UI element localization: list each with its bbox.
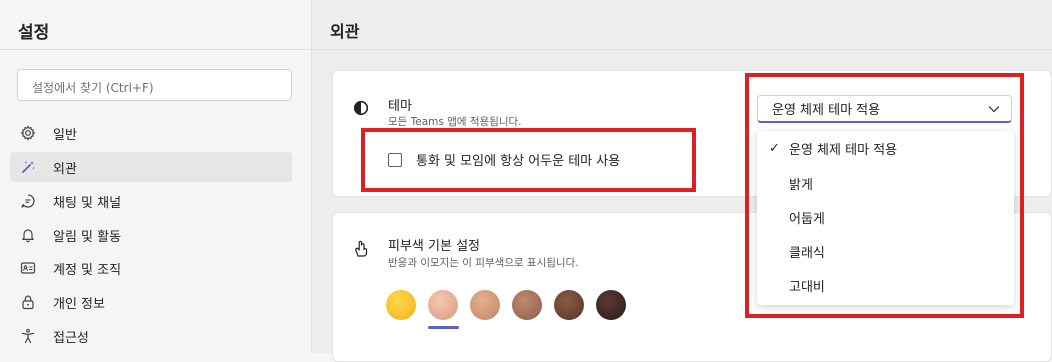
divider [0, 49, 311, 50]
contrast-icon [352, 99, 370, 117]
divider [312, 49, 1052, 50]
skin-tone-subtitle: 반응과 이모지는 이 피부색으로 표시됩니다. [388, 257, 579, 269]
sidebar-item-chats-channels[interactable]: 채팅 및 채널 [10, 186, 292, 216]
selected-swatch-indicator [428, 326, 459, 329]
theme-title: 테마 [388, 99, 412, 114]
settings-sidebar: 설정 설정에서 찾기 (Ctrl+F) 일반 외관 채팅 및 채널 알림 및 활… [0, 0, 312, 353]
highlight-box-checkbox [361, 128, 696, 192]
sidebar-item-label: 일반 [53, 127, 77, 143]
sidebar-item-label: 접근성 [53, 330, 89, 346]
hand-icon [352, 240, 370, 258]
skin-tone-medium-swatch[interactable] [512, 290, 542, 320]
sidebar-item-appearance[interactable]: 외관 [10, 152, 292, 182]
sidebar-item-notifications[interactable]: 알림 및 활동 [10, 220, 292, 250]
skin-tone-title: 피부색 기본 설정 [388, 239, 480, 254]
page-title: 외관 [330, 22, 360, 41]
id-card-icon [19, 259, 37, 277]
skin-tone-default-swatch[interactable] [386, 290, 416, 320]
sidebar-item-accessibility[interactable]: 접근성 [10, 321, 292, 351]
sidebar-item-label: 알림 및 활동 [53, 229, 122, 245]
highlight-box-dropdown [745, 73, 1024, 318]
skin-tone-dark-swatch[interactable] [596, 290, 626, 320]
sidebar-item-label: 외관 [53, 161, 77, 177]
bell-icon [19, 226, 37, 244]
sidebar-item-accounts-orgs[interactable]: 계정 및 조직 [10, 253, 292, 283]
sidebar-item-privacy[interactable]: 개인 정보 [10, 287, 292, 317]
lock-icon [19, 293, 37, 311]
skin-tone-swatches [386, 290, 638, 320]
skin-tone-medium-light-swatch[interactable] [470, 290, 500, 320]
skin-tone-light-swatch[interactable] [428, 290, 458, 320]
sidebar-title: 설정 [18, 23, 50, 43]
sidebar-item-label: 개인 정보 [53, 296, 105, 312]
sidebar-item-label: 계정 및 조직 [53, 262, 122, 278]
sidebar-item-label: 채팅 및 채널 [53, 195, 122, 211]
accessibility-icon [19, 327, 37, 345]
skin-tone-medium-dark-swatch[interactable] [554, 290, 584, 320]
sidebar-item-general[interactable]: 일반 [10, 118, 292, 148]
theme-subtitle: 모든 Teams 앱에 적용됩니다. [388, 116, 522, 128]
settings-search-input[interactable]: 설정에서 찾기 (Ctrl+F) [17, 69, 292, 101]
chat-icon [19, 192, 37, 210]
magic-wand-icon [19, 158, 37, 176]
gear-icon [19, 124, 37, 142]
